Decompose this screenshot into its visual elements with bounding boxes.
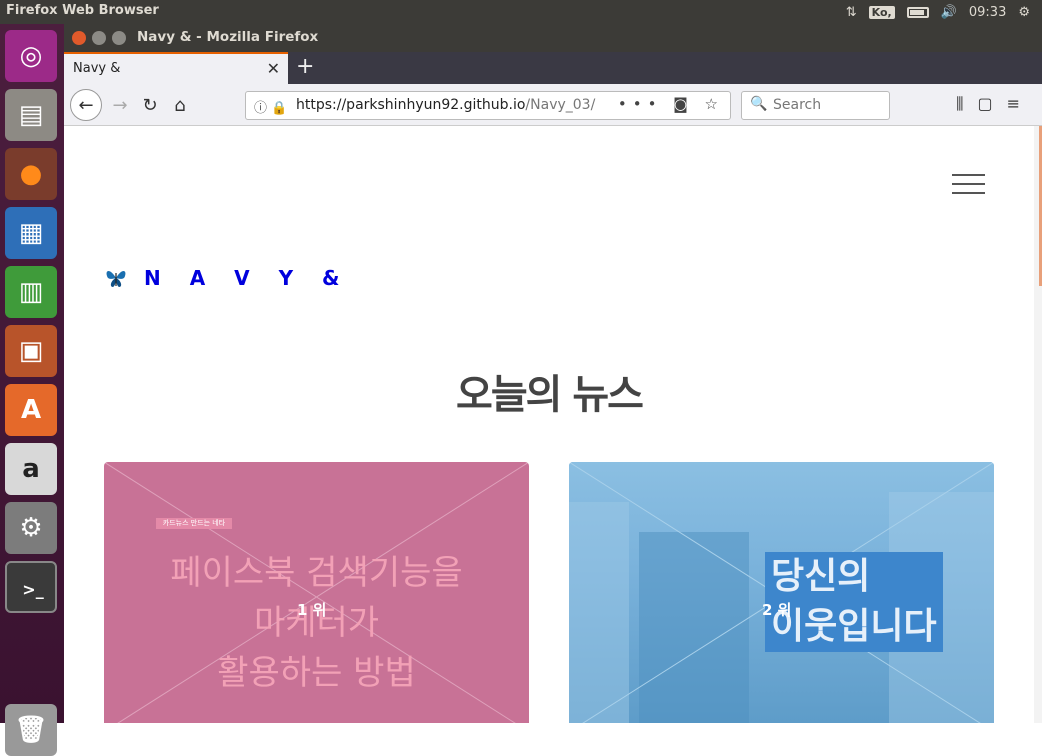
page-heading: 오늘의 뉴스 <box>456 372 644 418</box>
back-button[interactable]: ← <box>70 89 102 121</box>
butterfly-icon <box>106 271 126 287</box>
card-tag: 카드뉴스 만드는 네타 <box>156 518 232 529</box>
impress-launcher[interactable]: ▣ <box>5 325 57 377</box>
shopping-bag-icon: A <box>20 395 42 425</box>
card-rank: 1 위 <box>297 601 327 619</box>
pocket-icon[interactable]: ◙ <box>673 95 694 113</box>
forward-button[interactable]: → <box>106 91 134 119</box>
tab-close-icon[interactable]: ✕ <box>267 59 280 78</box>
url-host: https://parkshinhyun92.github.io <box>296 97 526 113</box>
site-info-icon[interactable]: ⓘ 🔒 <box>254 97 287 116</box>
terminal-icon: >_ <box>22 579 44 599</box>
ubuntu-dash-button[interactable]: ◎ <box>5 30 57 82</box>
firefox-launcher[interactable]: ● <box>5 148 57 200</box>
site-menu-icon[interactable] <box>952 174 985 194</box>
search-box[interactable]: 🔍 Search <box>741 91 890 120</box>
trash-launcher[interactable]: 🗑 <box>5 704 57 756</box>
url-path: /Navy_03/ <box>525 97 596 113</box>
page-actions-menu-icon[interactable]: ••• <box>618 95 663 113</box>
tab-label: Navy & <box>73 61 121 76</box>
tab-navy[interactable]: Navy & ✕ <box>64 52 288 84</box>
tab-strip: Navy & ✕ + <box>64 52 1042 84</box>
news-card[interactable]: 당신의 이웃입니다 2 위 <box>569 462 994 723</box>
trash-icon: 🗑 <box>14 715 48 745</box>
bookmark-star-icon[interactable]: ☆ <box>705 95 724 113</box>
calc-launcher[interactable]: ▥ <box>5 266 57 318</box>
volume-icon[interactable]: 🔊 <box>941 5 957 20</box>
reload-button[interactable]: ↻ <box>136 91 164 119</box>
keyboard-layout-indicator[interactable]: Ko, <box>868 5 895 19</box>
network-icon[interactable]: ⇅ <box>846 5 857 20</box>
battery-icon[interactable] <box>906 6 929 18</box>
system-settings-launcher[interactable]: ⚙ <box>5 502 57 554</box>
ubuntu-logo-icon: ◎ <box>19 41 43 71</box>
search-placeholder: Search <box>773 97 822 113</box>
window-close-button[interactable] <box>72 31 86 45</box>
brand-text: N A V Y & <box>144 266 351 290</box>
url-bar[interactable]: ⓘ 🔒 https://parkshinhyun92.github.io/Nav… <box>245 91 731 120</box>
right-toolbar: ⫼▢≡ <box>956 94 1034 114</box>
search-icon: 🔍 <box>750 96 768 112</box>
url-text[interactable]: https://parkshinhyun92.github.io/Navy_03… <box>296 97 595 113</box>
library-icon[interactable]: ⫼ <box>956 94 977 113</box>
system-top-panel: Firefox Web Browser ⇅ Ko, 🔊 09:33 ⚙ <box>0 0 1042 24</box>
document-icon: ▦ <box>18 218 44 248</box>
page-scrollbar[interactable] <box>1034 126 1042 723</box>
new-tab-button[interactable]: + <box>296 54 314 79</box>
files-launcher[interactable]: ▤ <box>5 89 57 141</box>
writer-launcher[interactable]: ▦ <box>5 207 57 259</box>
firefox-icon: ● <box>19 159 43 189</box>
software-center-launcher[interactable]: A <box>5 384 57 436</box>
card-title: 페이스북 검색기능을 마케터가 활용하는 방법 <box>170 553 463 693</box>
window-maximize-button[interactable] <box>112 31 126 45</box>
clock[interactable]: 09:33 <box>969 5 1006 20</box>
card-rank: 2 위 <box>762 601 792 619</box>
settings-gear-icon[interactable]: ⚙ <box>1018 5 1030 20</box>
amazon-launcher[interactable]: a <box>5 443 57 495</box>
window-minimize-button[interactable] <box>92 31 106 45</box>
site-logo[interactable]: N A V Y & <box>104 266 350 290</box>
active-app-title: Firefox Web Browser <box>6 3 159 18</box>
wrench-gear-icon: ⚙ <box>19 513 43 543</box>
navigation-toolbar: ← → ↻ ⌂ ⓘ 🔒 https://parkshinhyun92.githu… <box>64 84 1042 126</box>
firefox-window: Navy & - Mozilla Firefox Navy & ✕ + ← → … <box>64 24 1042 723</box>
news-card[interactable]: 카드뉴스 만드는 네타 페이스북 검색기능을 마케터가 활용하는 방법 1 위 <box>104 462 529 723</box>
terminal-launcher[interactable]: >_ <box>5 561 57 613</box>
system-tray: ⇅ Ko, 🔊 09:33 ⚙ <box>846 0 1042 24</box>
window-titlebar: Navy & - Mozilla Firefox <box>64 24 1042 52</box>
spreadsheet-icon: ▥ <box>18 277 44 307</box>
window-title: Navy & - Mozilla Firefox <box>137 29 319 45</box>
amazon-icon: a <box>22 454 40 484</box>
home-button[interactable]: ⌂ <box>166 91 194 119</box>
page-actions: ••• ◙ ☆ <box>618 95 724 113</box>
launcher-sidebar: ◎ ▤ ● ▦ ▥ ▣ A a ⚙ >_ 🗑 <box>0 24 64 756</box>
card-title: 당신의 이웃입니다 <box>765 552 943 652</box>
sidebar-icon[interactable]: ▢ <box>977 94 1006 113</box>
hamburger-menu-icon[interactable]: ≡ <box>1007 94 1034 113</box>
page-content: N A V Y & 오늘의 뉴스 카드뉴스 만드는 네타 페이스북 검색기능을 … <box>64 126 1034 723</box>
presentation-icon: ▣ <box>18 336 44 366</box>
file-cabinet-icon: ▤ <box>18 100 44 130</box>
